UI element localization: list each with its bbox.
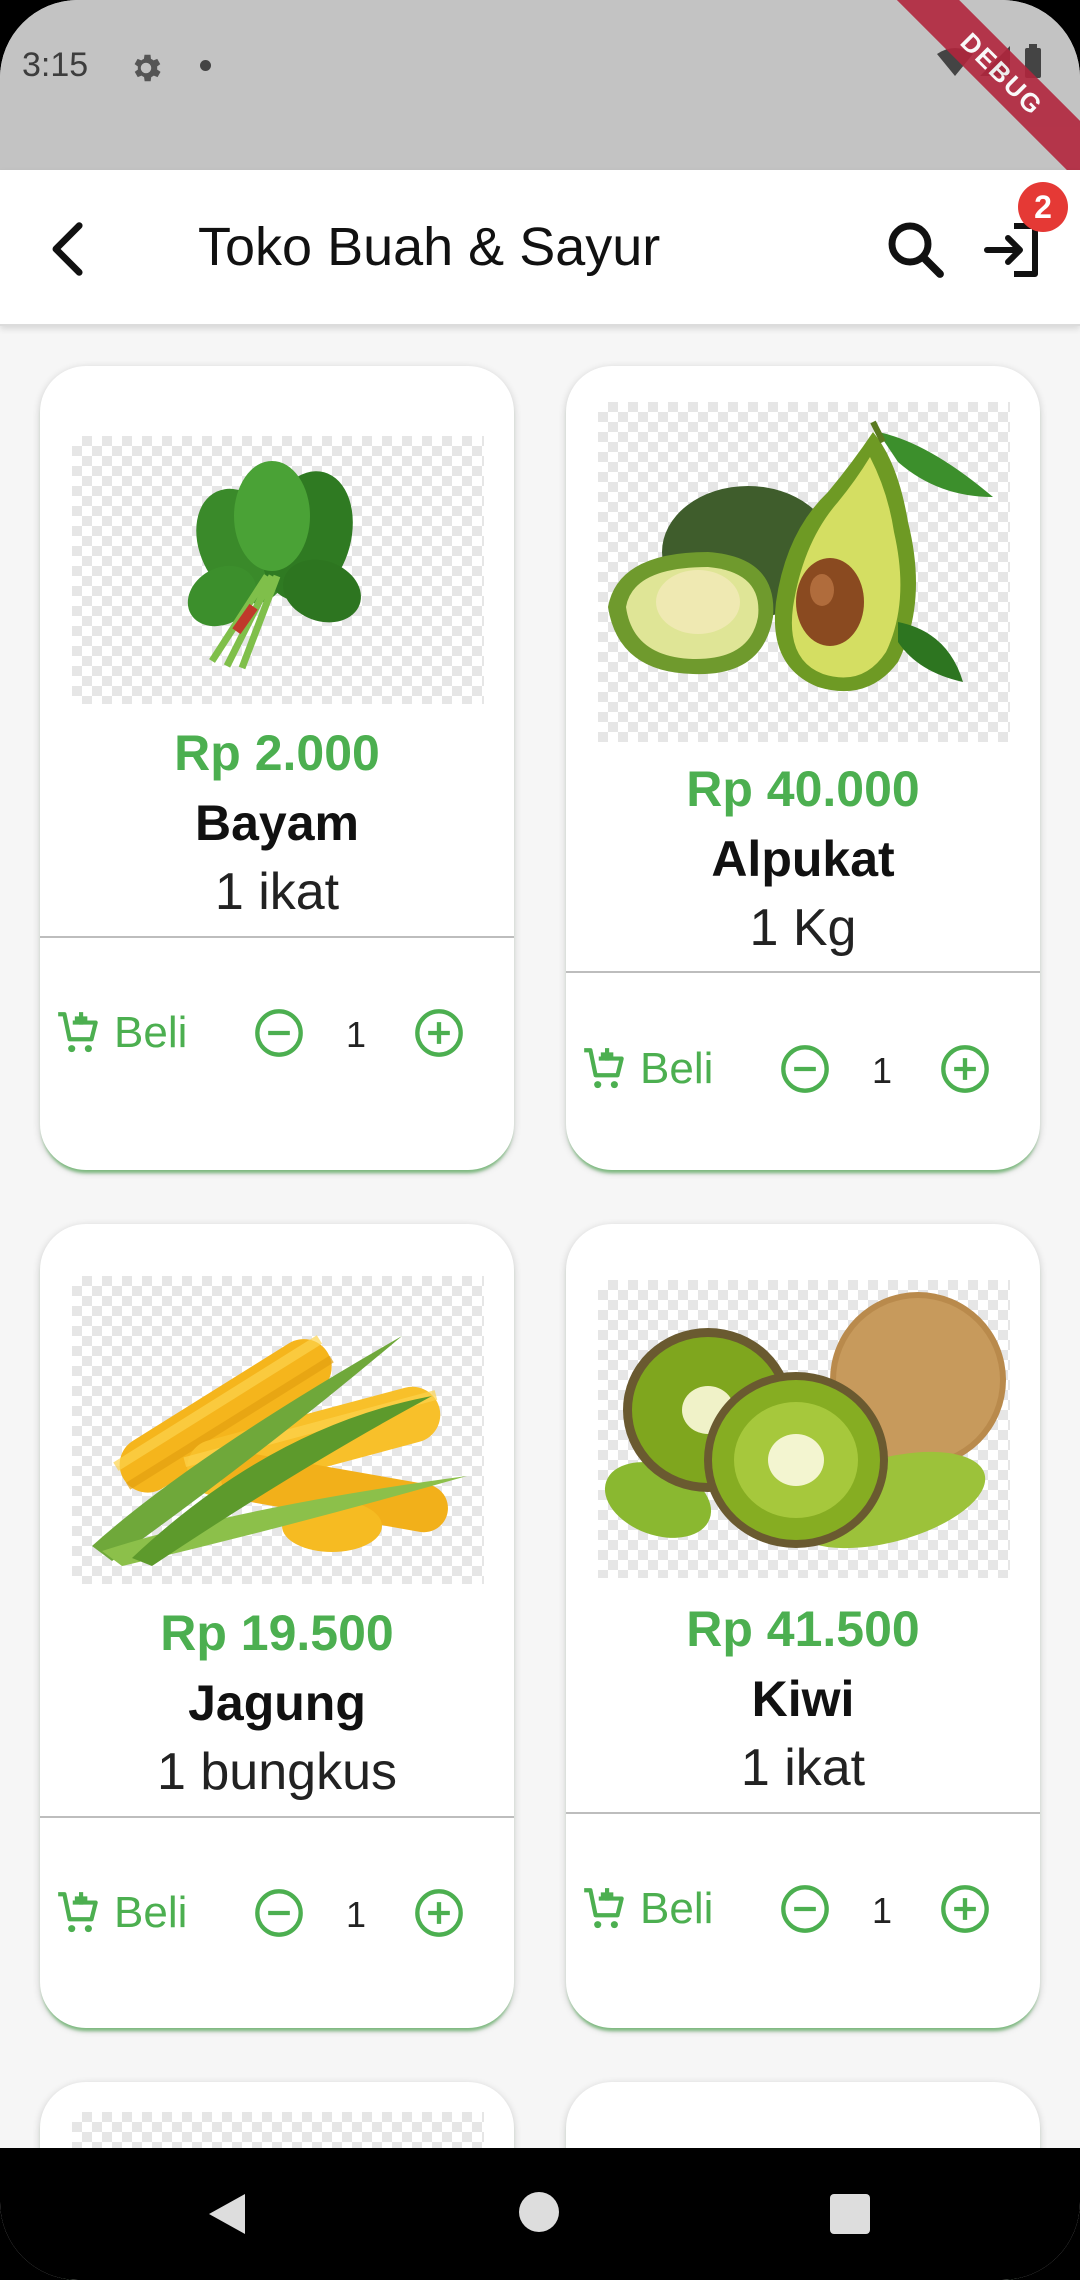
product-unit: 1 ikat	[740, 1739, 866, 1797]
product-name: Jagung	[188, 1675, 366, 1731]
minus-circle-icon[interactable]	[253, 1007, 305, 1059]
search-icon[interactable]	[880, 214, 952, 286]
divider	[40, 1816, 514, 1818]
product-image	[598, 1280, 1010, 1578]
buy-button[interactable]: Beli	[54, 1000, 187, 1066]
buy-label: Beli	[114, 1008, 188, 1057]
nav-recents-icon[interactable]	[830, 2194, 870, 2234]
product-unit: 1 Kg	[749, 899, 857, 957]
debug-banner: DEBUG	[887, 0, 1080, 189]
product-card[interactable]: Rp 19.500 Jagung 1 bungkus Beli 1	[40, 1224, 514, 2028]
divider	[566, 971, 1040, 973]
plus-circle-icon[interactable]	[939, 1883, 991, 1935]
nav-home-icon[interactable]	[519, 2192, 559, 2232]
kiwi-image	[604, 1292, 1006, 1549]
add-cart-icon	[58, 1012, 98, 1053]
status-bar: 3:15 DEBUG	[0, 0, 1080, 189]
product-card[interactable]: Rp 2.000 Bayam 1 ikat Beli 1	[40, 366, 514, 1170]
avocado-image	[608, 420, 993, 692]
buy-label: Beli	[640, 1884, 714, 1933]
product-unit: 1 ikat	[214, 863, 340, 921]
add-cart-icon	[584, 1048, 624, 1089]
buy-button[interactable]: Beli	[580, 1036, 713, 1102]
add-cart-icon	[584, 1888, 624, 1929]
product-name: Kiwi	[751, 1671, 855, 1727]
product-image	[72, 2112, 484, 2152]
plus-circle-icon[interactable]	[939, 1043, 991, 1095]
product-image	[72, 436, 484, 704]
plus-circle-icon[interactable]	[413, 1887, 465, 1939]
buy-label: Beli	[114, 1888, 188, 1937]
product-card[interactable]: Rp 41.500 Kiwi 1 ikat Beli 1	[566, 1224, 1040, 2028]
product-name: Bayam	[195, 795, 359, 851]
divider	[40, 936, 514, 938]
plus-circle-icon[interactable]	[413, 1007, 465, 1059]
quantity-value: 1	[871, 1890, 893, 1931]
minus-circle-icon[interactable]	[779, 1883, 831, 1935]
add-cart-icon	[58, 1892, 98, 1933]
quantity-value: 1	[345, 1014, 367, 1055]
cart-count-badge: 2	[1018, 182, 1068, 232]
product-price: Rp 19.500	[160, 1605, 394, 1661]
corn-image	[92, 1335, 467, 1566]
product-image	[598, 402, 1010, 742]
arrow-back-icon[interactable]	[34, 214, 104, 284]
screen: 3:15 DEBUG Toko Buah & Sayur 2 Rp 2.000 …	[0, 0, 1080, 2280]
notification-dot	[200, 60, 211, 71]
product-price: Rp 41.500	[686, 1601, 920, 1657]
system-nav-bar	[0, 2148, 1080, 2280]
status-time: 3:15	[22, 46, 89, 84]
app-bar: Toko Buah & Sayur	[0, 170, 1080, 326]
product-card[interactable]: Rp 40.000 Alpukat 1 Kg Beli 1	[566, 366, 1040, 1170]
buy-button[interactable]: Beli	[580, 1876, 713, 1942]
nav-back-icon[interactable]	[205, 2192, 247, 2236]
page-title: Toko Buah & Sayur	[198, 217, 661, 277]
product-unit: 1 bungkus	[157, 1743, 397, 1801]
product-price: Rp 2.000	[174, 725, 380, 781]
quantity-value: 1	[345, 1894, 367, 1935]
product-price: Rp 40.000	[686, 761, 920, 817]
quantity-value: 1	[871, 1050, 893, 1091]
product-name: Alpukat	[711, 831, 895, 887]
minus-circle-icon[interactable]	[253, 1887, 305, 1939]
product-image	[72, 1276, 484, 1584]
spinach-image	[187, 461, 361, 670]
minus-circle-icon[interactable]	[779, 1043, 831, 1095]
buy-button[interactable]: Beli	[54, 1880, 187, 1946]
buy-label: Beli	[640, 1044, 714, 1093]
divider	[566, 1812, 1040, 1814]
settings-icon	[134, 54, 161, 82]
